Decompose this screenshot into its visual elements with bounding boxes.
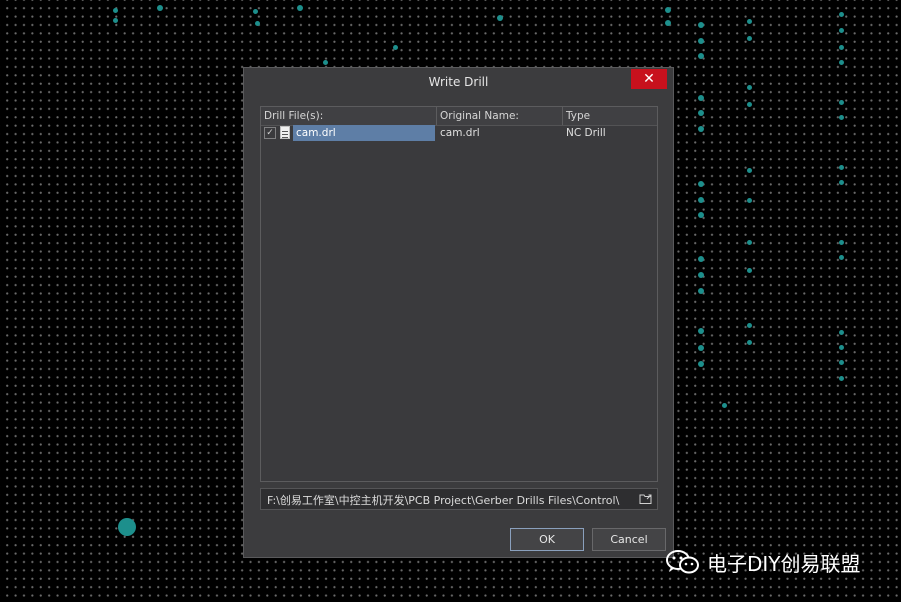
include-checkbox[interactable]: ✓	[264, 127, 276, 139]
pcb-pad	[698, 345, 704, 351]
pcb-pad	[747, 36, 752, 41]
pcb-pad	[698, 181, 704, 187]
watermark-text: 电子DIY创易联盟	[707, 552, 861, 576]
pcb-pad	[698, 212, 704, 218]
pcb-pad	[665, 20, 671, 26]
list-item[interactable]: ✓ cam.drl cam.drl NC Drill	[261, 125, 657, 141]
pcb-pad	[497, 15, 503, 21]
pcb-pad	[113, 18, 118, 23]
column-header-original-name[interactable]: Original Name:	[437, 107, 563, 125]
pcb-pad	[157, 5, 163, 11]
pcb-pad	[698, 361, 704, 367]
pcb-pad	[839, 345, 844, 350]
pcb-pad	[698, 197, 704, 203]
pcb-pad	[839, 165, 844, 170]
pcb-pad	[698, 22, 704, 28]
pcb-pad	[698, 95, 704, 101]
pcb-pad	[698, 272, 704, 278]
ok-button[interactable]: OK	[510, 528, 584, 551]
pcb-pad	[297, 5, 303, 11]
output-path-value: F:\创易工作室\中控主机开发\PCB Project\Gerber Drill…	[267, 494, 620, 507]
drill-file-name[interactable]: cam.drl	[293, 125, 435, 141]
pcb-pad	[747, 168, 752, 173]
pcb-pad	[323, 60, 328, 65]
column-header-type[interactable]: Type	[563, 107, 659, 125]
close-button[interactable]: ✕	[631, 69, 667, 89]
pcb-pad	[839, 330, 844, 335]
pcb-pad	[747, 268, 752, 273]
dialog-title: Write Drill	[428, 75, 489, 89]
pcb-pad	[747, 198, 752, 203]
drill-file-list: Drill File(s): Original Name: Type ✓ cam…	[260, 106, 658, 482]
pcb-pad	[747, 19, 752, 24]
pcb-pad	[747, 340, 752, 345]
pcb-pad	[839, 60, 844, 65]
pcb-pad	[722, 403, 727, 408]
pcb-pad	[698, 38, 704, 44]
pcb-pad	[698, 256, 704, 262]
pcb-pad	[747, 240, 752, 245]
original-name: cam.drl	[440, 127, 480, 139]
close-icon: ✕	[643, 71, 655, 87]
pcb-pad	[839, 360, 844, 365]
pcb-pad	[747, 102, 752, 107]
pcb-pad	[393, 45, 398, 50]
pcb-pad	[839, 12, 844, 17]
check-icon: ✓	[266, 128, 274, 138]
file-icon	[280, 126, 290, 139]
pcb-pad-large	[118, 518, 136, 536]
pcb-pad	[665, 7, 671, 13]
pcb-pad	[839, 180, 844, 185]
write-drill-dialog: Write Drill ✕ Drill File(s): Original Na…	[243, 67, 674, 558]
column-header-drill-files[interactable]: Drill File(s):	[261, 107, 437, 125]
pcb-pad	[698, 53, 704, 59]
pcb-pad	[255, 21, 260, 26]
pcb-pad	[839, 376, 844, 381]
pcb-pad	[839, 28, 844, 33]
pcb-pad	[747, 85, 752, 90]
cancel-button[interactable]: Cancel	[592, 528, 666, 551]
dialog-titlebar[interactable]: Write Drill ✕	[244, 68, 673, 96]
wechat-icon	[666, 550, 699, 574]
output-path-field[interactable]: F:\创易工作室\中控主机开发\PCB Project\Gerber Drill…	[260, 488, 658, 510]
pcb-pad	[839, 45, 844, 50]
pcb-pad	[698, 328, 704, 334]
pcb-pad	[698, 126, 704, 132]
folder-open-icon[interactable]	[639, 493, 653, 505]
pcb-pad	[113, 8, 118, 13]
pcb-pad	[253, 9, 258, 14]
pcb-pad	[698, 288, 704, 294]
file-type: NC Drill	[566, 127, 606, 139]
pcb-pad	[839, 255, 844, 260]
pcb-pad	[839, 240, 844, 245]
pcb-pad	[839, 115, 844, 120]
pcb-pad	[839, 100, 844, 105]
pcb-pad	[698, 110, 704, 116]
list-header: Drill File(s): Original Name: Type	[261, 107, 657, 126]
pcb-pad	[747, 323, 752, 328]
